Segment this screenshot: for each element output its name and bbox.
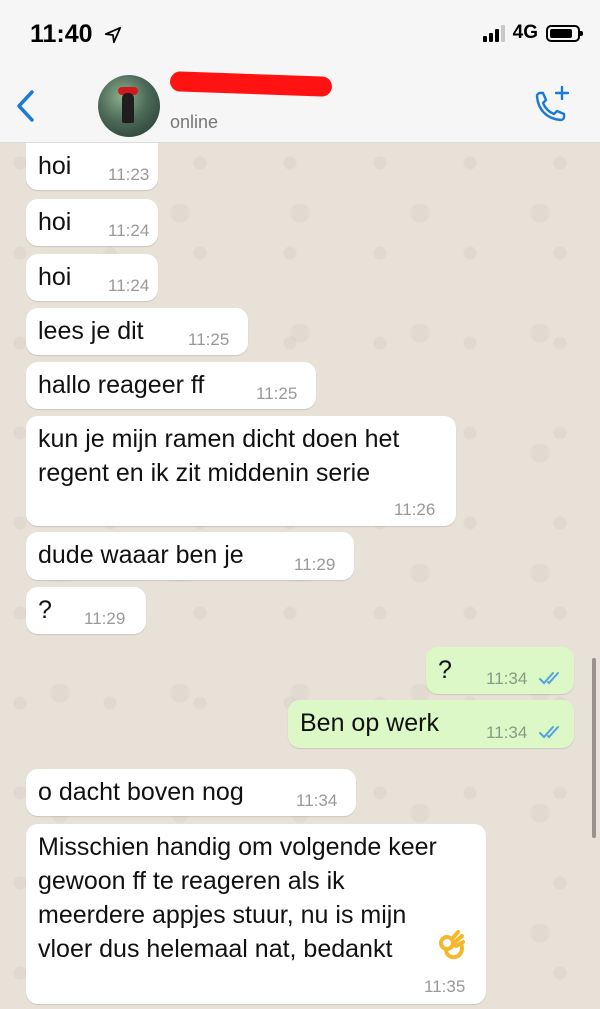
message-text-line: vloer dus helemaal nat, bedankt [38,935,393,963]
contact-name-redacted[interactable] [169,71,333,97]
message-bubble[interactable]: kun je mijn ramen dicht doen het regent … [26,416,456,526]
message-text-line: regent en ik zit middenin serie [38,459,371,487]
message-time: 11:25 [188,330,230,349]
message-text: hallo reageer ff [38,371,205,399]
message-bubble-outgoing[interactable]: Ben op werk 11:34 [288,700,574,748]
message-text: hoi [38,263,72,291]
message-text-line: meerdere appjes stuur, nu is mijn [38,901,407,929]
message-time: 11:25 [256,384,298,403]
message-time: 11:29 [294,555,336,574]
message-bubble[interactable]: hoi 11:23 [26,143,158,190]
status-time: 11:40 [30,20,93,48]
message-bubble[interactable]: o dacht boven nog 11:34 [26,769,356,816]
message-time: 11:34 [486,723,528,742]
message-text-line: kun je mijn ramen dicht doen het [38,425,400,453]
message-time: 11:23 [108,165,150,184]
message-text: o dacht boven nog [38,778,244,806]
back-chevron-icon[interactable] [10,86,40,126]
message-time: 11:26 [394,500,436,519]
message-bubble[interactable]: lees je dit 11:25 [26,308,248,355]
location-arrow-icon [104,26,122,44]
network-type: 4G [512,22,538,43]
message-text: dude waaar ben je [38,541,244,569]
read-ticks-icon [539,672,559,685]
message-bubble[interactable]: dude waaar ben je 11:29 [26,532,354,580]
status-bar: 11:40 4G [0,0,600,72]
message-text: ? [438,656,452,684]
message-bubble-outgoing[interactable]: ? 11:34 [426,647,574,694]
battery-icon [546,24,583,42]
message-time: 11:24 [108,276,150,295]
message-bubble[interactable]: Misschien handig om volgende keer gewoon… [26,824,486,1004]
message-bubble[interactable]: hallo reageer ff 11:25 [26,362,316,409]
message-time: 11:34 [486,669,528,688]
read-ticks-icon [539,726,559,739]
message-bubble[interactable]: hoi 11:24 [26,199,158,246]
chat-header: online [0,71,600,143]
message-time: 11:34 [296,791,338,810]
avatar[interactable] [98,75,160,137]
scrollbar[interactable] [592,658,596,838]
message-text-line: gewoon ff te reageren als ik [38,867,345,895]
message-bubble[interactable]: hoi 11:24 [26,254,158,301]
contact-status: online [170,112,219,132]
signal-icon [482,24,505,42]
message-text: hoi [38,152,72,180]
message-time: 11:29 [84,609,126,628]
call-add-icon[interactable] [528,84,574,128]
message-text: hoi [38,208,72,236]
chat-area[interactable]: hoi 11:23 hoi 11:24 hoi 11:24 lees je di… [0,143,600,1009]
ok-hand-emoji [439,930,465,960]
status-right: 4G [482,22,583,44]
message-bubble[interactable]: ? 11:29 [26,587,146,634]
message-text-line: Misschien handig om volgende keer [38,833,437,861]
message-text: ? [38,596,52,624]
message-time: 11:35 [424,977,466,996]
message-text: lees je dit [38,317,144,345]
message-time: 11:24 [108,221,150,240]
message-text: Ben op werk [300,709,439,737]
